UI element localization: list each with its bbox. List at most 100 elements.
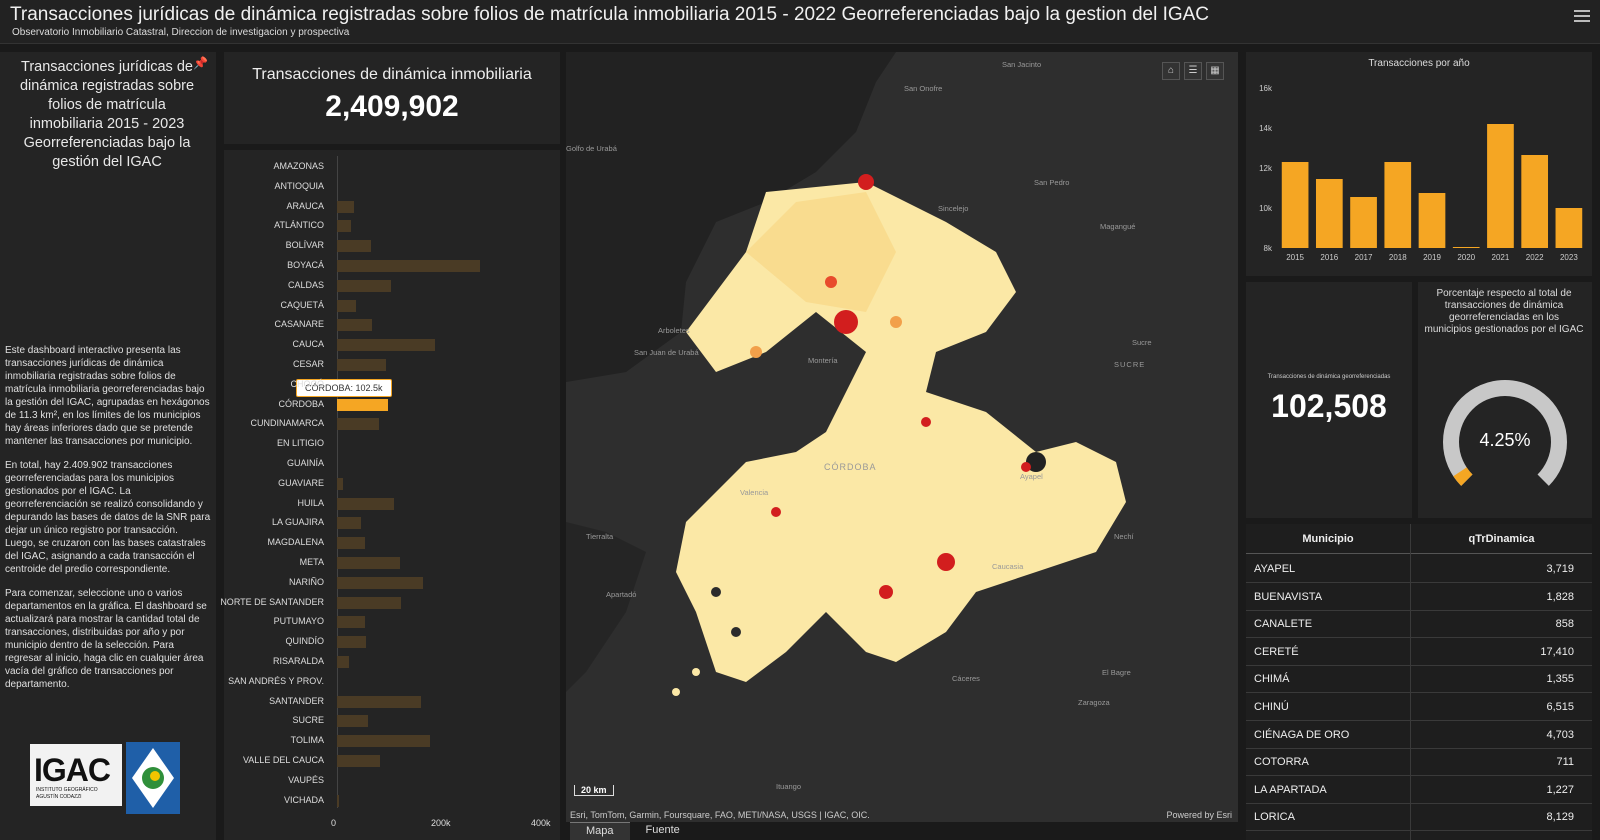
bar-label[interactable]: BOYACÁ xyxy=(287,260,324,270)
table-row[interactable]: LA APARTADA 1,227 xyxy=(1246,776,1592,804)
table-row[interactable]: CHIMÁ 1,355 xyxy=(1246,665,1592,694)
table-row[interactable]: CERETÉ 17,410 xyxy=(1246,638,1592,666)
year-bar[interactable] xyxy=(1384,162,1412,248)
kpi-total-value: 2,409,902 xyxy=(325,90,459,123)
department-bar[interactable] xyxy=(337,497,394,510)
bar-label[interactable]: SAN ANDRÉS Y PROV. xyxy=(228,676,324,686)
bar-label[interactable]: QUINDÍO xyxy=(285,636,324,646)
bar-label[interactable]: CÓRDOBA xyxy=(278,399,324,409)
department-bar[interactable] xyxy=(337,537,365,550)
place-label: Apartadó xyxy=(606,590,637,599)
tab-mapa[interactable]: Mapa xyxy=(570,822,630,840)
table-row[interactable]: CHINÚ 6,515 xyxy=(1246,693,1592,721)
bar-label[interactable]: CHOCÓ xyxy=(291,379,325,389)
y-tick-label: 16k xyxy=(1259,84,1273,93)
department-bar[interactable] xyxy=(337,636,366,649)
menu-icon[interactable] xyxy=(1574,10,1590,24)
bar-label[interactable]: CAQUETÁ xyxy=(280,300,324,310)
x-tick-label: 0 xyxy=(331,818,337,828)
map-powered-by[interactable]: Powered by Esri xyxy=(1166,810,1232,820)
table-row[interactable]: LORICA 8,129 xyxy=(1246,803,1592,832)
year-bar[interactable] xyxy=(1315,179,1343,248)
bar-label[interactable]: CASANARE xyxy=(274,319,324,329)
bar-label[interactable]: SANTANDER xyxy=(269,696,324,706)
bar-label[interactable]: VAUPÉS xyxy=(288,775,324,785)
year-bar[interactable] xyxy=(1418,193,1446,248)
year-bar[interactable] xyxy=(1555,208,1583,248)
bar-label[interactable]: CAUCA xyxy=(292,339,324,349)
department-bar[interactable] xyxy=(337,735,430,748)
bar-label[interactable]: PUTUMAYO xyxy=(274,616,324,626)
year-bar[interactable] xyxy=(1350,197,1377,248)
bar-label[interactable]: HUILA xyxy=(297,498,324,508)
bar-label[interactable]: VICHADA xyxy=(284,795,324,805)
column-header-qtrdinamica[interactable]: qTrDinamica xyxy=(1411,524,1592,554)
bar-label[interactable]: ARAUCA xyxy=(286,201,324,211)
department-bar[interactable] xyxy=(337,339,435,352)
department-bar[interactable] xyxy=(337,260,480,272)
municipio-cell: COTORRA xyxy=(1254,756,1309,769)
department-bar[interactable] xyxy=(337,576,423,589)
basemap-icon[interactable]: ▦ xyxy=(1206,62,1224,80)
department-bar-chart[interactable]: CÓRDOBA: 102.5k AMAZONAS ANTIOQUIA ARAUCA A… xyxy=(220,150,560,840)
map-view[interactable]: San Jacinto San Onofre Golfo de Urabá Sa… xyxy=(566,52,1238,822)
bar-label[interactable]: ATLÁNTICO xyxy=(274,220,324,230)
x-tick-label: 2023 xyxy=(1560,253,1578,262)
department-bar[interactable] xyxy=(337,418,379,431)
municipio-table[interactable]: Municipio qTrDinamica AYAPEL 3,719 BUENAVI… xyxy=(1246,524,1592,840)
map-canvas[interactable] xyxy=(566,52,1238,822)
table-row[interactable]: AYAPEL 3,719 xyxy=(1246,555,1592,583)
bar-label[interactable]: NORTE DE SANTANDER xyxy=(220,597,324,607)
tab-fuente[interactable]: Fuente xyxy=(630,822,696,840)
bar-label[interactable]: NARIÑO xyxy=(289,577,324,587)
bar-label[interactable]: GUAVIARE xyxy=(278,478,324,488)
table-row[interactable]: BUENAVISTA 1,828 xyxy=(1246,583,1592,611)
bar-label[interactable]: GUAINÍA xyxy=(287,458,324,468)
bar-label[interactable]: CESAR xyxy=(293,359,324,369)
department-bar[interactable] xyxy=(337,220,351,233)
department-bar[interactable] xyxy=(337,616,365,629)
department-bar[interactable] xyxy=(337,299,356,312)
bar-label[interactable]: EN LITIGIO xyxy=(277,438,324,448)
department-bar[interactable] xyxy=(337,240,371,253)
department-bar[interactable] xyxy=(337,517,361,530)
department-bar[interactable] xyxy=(337,279,391,292)
home-icon[interactable]: ⌂ xyxy=(1162,62,1180,80)
list-icon[interactable]: ☰ xyxy=(1184,62,1202,80)
table-row[interactable]: CIÉNAGA DE ORO 4,703 xyxy=(1246,721,1592,749)
department-bar[interactable] xyxy=(337,398,389,411)
bar-label[interactable]: MAGDALENA xyxy=(267,537,324,547)
year-bar[interactable] xyxy=(1487,124,1514,248)
bar-label[interactable]: RISARALDA xyxy=(273,656,324,666)
bar-label[interactable]: META xyxy=(300,557,324,567)
bar-label[interactable]: LA GUAJIRA xyxy=(272,517,324,527)
department-bar[interactable] xyxy=(337,695,421,708)
department-bar[interactable] xyxy=(337,359,386,371)
department-bar[interactable] xyxy=(337,755,380,767)
year-bar[interactable] xyxy=(1452,247,1480,248)
pin-icon[interactable]: 📌 xyxy=(193,56,208,70)
department-bar[interactable] xyxy=(337,656,349,668)
department-bar[interactable] xyxy=(337,200,354,213)
department-bar[interactable] xyxy=(337,477,343,490)
place-label: Sucre xyxy=(1132,338,1152,347)
bar-label[interactable]: TOLIMA xyxy=(291,735,324,745)
department-bar[interactable] xyxy=(337,557,400,569)
table-row[interactable]: COTORRA 711 xyxy=(1246,748,1592,777)
bar-label[interactable]: CALDAS xyxy=(288,280,324,290)
department-bar[interactable] xyxy=(337,319,372,332)
bar-label[interactable]: SUCRE xyxy=(292,715,324,725)
bar-label[interactable]: BOLÍVAR xyxy=(286,240,324,250)
bar-label[interactable]: VALLE DEL CAUCA xyxy=(243,755,324,765)
department-bar[interactable] xyxy=(337,596,401,609)
bar-label[interactable]: AMAZONAS xyxy=(273,161,324,171)
yearly-bar-chart[interactable]: Transacciones por año 8k 10k 12k 14k 16k 2015… xyxy=(1246,52,1592,276)
department-bar[interactable] xyxy=(337,715,368,728)
department-bar[interactable] xyxy=(337,794,339,807)
bar-label[interactable]: ANTIOQUIA xyxy=(274,181,324,191)
table-row[interactable]: CANALETE 858 xyxy=(1246,610,1592,639)
bar-label[interactable]: CUNDINAMARCA xyxy=(250,418,324,428)
year-bar[interactable] xyxy=(1281,162,1309,248)
column-header-municipio[interactable]: Municipio xyxy=(1246,524,1410,554)
year-bar[interactable] xyxy=(1521,155,1549,248)
